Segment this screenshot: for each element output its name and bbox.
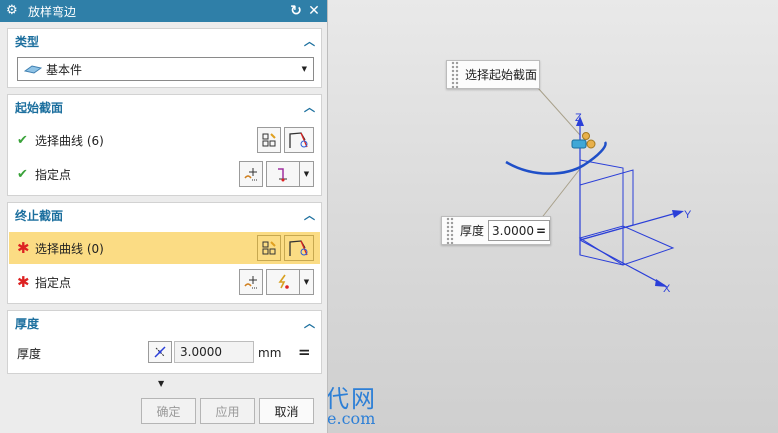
more-options-icon[interactable]: ▼ xyxy=(158,379,164,388)
model-view: Z Y X xyxy=(505,87,692,295)
callout-thickness-label: 厚度 xyxy=(460,224,485,238)
type-section: 类型 ︿ 基本件 ▼ xyxy=(7,28,322,88)
reset-icon[interactable]: ↻ xyxy=(287,0,305,22)
chevron-up-icon[interactable]: ︿ xyxy=(304,99,315,115)
gear-icon: ⚙ xyxy=(6,3,18,18)
start-section-title: 起始截面 xyxy=(15,100,64,115)
check-icon: ✔ xyxy=(17,132,28,148)
x-axis xyxy=(579,239,665,286)
reverse-thickness-button[interactable] xyxy=(148,341,172,363)
end-section-header[interactable]: 终止截面 ︿ xyxy=(8,203,321,227)
flange-dialog: ⚙ 放样弯边 ↻ ✕ 类型 ︿ 基本件 ▼ 起始截面 ︿ ✔ 选择曲线 (6) xyxy=(0,0,328,433)
dialog-titlebar: ⚙ 放样弯边 ↻ ✕ xyxy=(0,0,327,22)
end-curve-label: 选择曲线 (0) xyxy=(35,241,104,256)
type-select-value: 基本件 xyxy=(46,62,83,77)
end-section: 终止截面 ︿ ✱ 选择曲线 (0) ✱ 指定点 ▼ xyxy=(7,202,322,304)
callout-section-label: 选择起始截面 xyxy=(465,68,538,82)
close-icon[interactable]: ✕ xyxy=(305,0,323,22)
axis-triad-x-y-plane xyxy=(578,225,675,266)
axis-triad-y-z-plane xyxy=(579,159,624,266)
section-curve-button[interactable] xyxy=(284,127,314,153)
y-label: Y xyxy=(684,209,692,221)
inferred-point-button[interactable] xyxy=(266,269,300,295)
type-section-header[interactable]: 类型 ︿ xyxy=(8,29,321,53)
dialog-title: 放样弯边 xyxy=(28,4,77,19)
required-icon: ✱ xyxy=(17,273,30,291)
ok-button[interactable]: 确定 xyxy=(141,398,196,424)
equals-icon[interactable]: = xyxy=(298,343,311,361)
equals-icon[interactable]: = xyxy=(536,224,546,238)
callout-thickness-value: 3.0000 xyxy=(492,223,535,238)
graphics-viewport[interactable]: Z Y X 选择起始截面 厚度 3.0000 = 机械时代网 www.jxage… xyxy=(247,0,778,433)
base-flange-icon xyxy=(24,65,42,74)
point-type-button[interactable] xyxy=(266,161,300,187)
point-type-dropdown[interactable]: ▼ xyxy=(300,161,314,187)
end-section-title: 终止截面 xyxy=(15,208,64,223)
start-curve-label: 选择曲线 (6) xyxy=(35,133,104,148)
point-dialog-button[interactable] xyxy=(239,161,263,187)
required-icon: ✱ xyxy=(17,239,30,257)
point-dialog-button[interactable] xyxy=(239,269,263,295)
cancel-button[interactable]: 取消 xyxy=(259,398,314,424)
start-point-label: 指定点 xyxy=(35,167,72,182)
apply-button[interactable]: 应用 xyxy=(200,398,255,424)
end-point-label: 指定点 xyxy=(35,275,72,290)
drag-grip-icon[interactable] xyxy=(446,217,454,244)
curve-rule-button[interactable] xyxy=(257,127,281,153)
section-curve-button[interactable] xyxy=(284,235,314,261)
curve-rule-button[interactable] xyxy=(257,235,281,261)
point-type-dropdown[interactable]: ▼ xyxy=(300,269,314,295)
thickness-section-title: 厚度 xyxy=(15,316,40,331)
chevron-up-icon[interactable]: ︿ xyxy=(304,207,315,223)
thickness-label: 厚度 xyxy=(17,346,42,361)
z-label: Z xyxy=(575,112,582,124)
start-section: 起始截面 ︿ ✔ 选择曲线 (6) ✔ 指定点 ▼ xyxy=(7,94,322,196)
thickness-input[interactable]: 3.0000 xyxy=(174,341,254,363)
axis-triad-x-z-plane xyxy=(579,169,634,241)
callout-thickness-input[interactable]: 3.0000 = xyxy=(488,220,550,241)
start-section-header[interactable]: 起始截面 ︿ xyxy=(8,95,321,119)
dropdown-arrow-icon: ▼ xyxy=(301,65,307,73)
thickness-callout[interactable]: 厚度 3.0000 = xyxy=(441,216,551,245)
drag-grip-icon[interactable] xyxy=(451,61,459,88)
section-callout[interactable]: 选择起始截面 xyxy=(446,60,540,89)
type-section-title: 类型 xyxy=(15,34,40,49)
thickness-section: 厚度 ︿ 厚度 3.0000 mm = xyxy=(7,310,322,374)
thickness-unit: mm xyxy=(258,346,282,360)
x-label: X xyxy=(663,283,671,295)
chevron-up-icon[interactable]: ︿ xyxy=(304,315,315,331)
check-icon: ✔ xyxy=(17,166,28,182)
datum-csys-icon xyxy=(571,132,596,149)
thickness-value: 3.0000 xyxy=(180,345,222,359)
type-select[interactable]: 基本件 ▼ xyxy=(17,57,314,81)
chevron-up-icon[interactable]: ︿ xyxy=(304,33,315,49)
y-axis xyxy=(579,211,681,241)
thickness-section-header[interactable]: 厚度 ︿ xyxy=(8,311,321,335)
